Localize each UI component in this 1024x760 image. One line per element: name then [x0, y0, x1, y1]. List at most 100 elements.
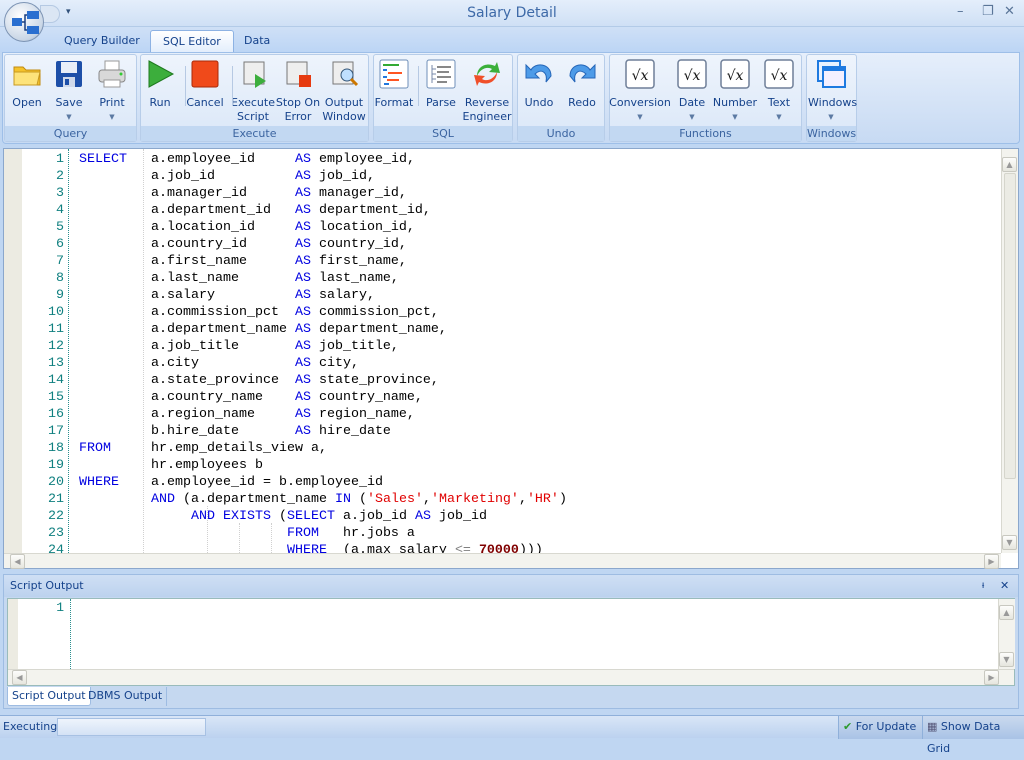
code-line[interactable]: a.department_name AS department_name, [79, 321, 567, 338]
code-line[interactable]: a.region_name AS region_name, [79, 406, 567, 423]
parse-button[interactable]: Parse [418, 58, 464, 110]
sql-editor[interactable]: 1 2 3 4 5 6 7 8 9 10 11 12 13 14 15 16 17 18 19 20 21 22 23 24 … [3, 148, 1019, 569]
svg-text:√x: √x [771, 68, 788, 84]
code-line[interactable]: a.job_title AS job_title, [79, 338, 567, 355]
close-button[interactable]: ✕ [1004, 4, 1015, 19]
code-line[interactable]: WHERE a.employee_id = b.employee_id [79, 474, 567, 491]
code-line[interactable]: a.salary AS salary, [79, 287, 567, 304]
checkmark-icon: ✔ [843, 720, 853, 733]
tab-dbms-output[interactable]: DBMS Output [84, 687, 168, 706]
redo-button[interactable]: Redo [559, 58, 605, 110]
code-line[interactable]: a.commission_pct AS commission_pct, [79, 304, 567, 321]
diagram-logo-icon [12, 11, 39, 34]
run-button[interactable]: Run [137, 58, 183, 110]
code-line[interactable]: a.last_name AS last_name, [79, 270, 567, 287]
vertical-scrollbar[interactable]: ▲ ▼ [1001, 149, 1018, 553]
stop-on-error-button[interactable]: Stop On Error [275, 58, 321, 124]
button-label: Reverse Engineer [462, 96, 512, 123]
reverse-engineer-button[interactable]: Reverse Engineer [461, 58, 513, 124]
execute-script-button[interactable]: Execute Script [230, 58, 276, 124]
horizontal-scrollbar[interactable]: ◀ ▶ [8, 669, 1014, 685]
sqrt-function-icon: √x [624, 58, 656, 90]
scroll-right-button[interactable]: ▶ [984, 554, 999, 569]
sql-keyword: AS [414, 509, 431, 524]
editor-margin [4, 149, 22, 553]
scroll-down-button[interactable]: ▼ [1002, 535, 1017, 550]
line-number: 19 [48, 458, 64, 473]
dropdown-arrow-icon: ▼ [637, 113, 643, 121]
code-line[interactable]: FROM hr.emp_details_view a, [79, 440, 567, 457]
line-number: 4 [56, 203, 64, 218]
minimize-button[interactable]: – [957, 4, 964, 19]
code-line[interactable]: a.country_id AS country_id, [79, 236, 567, 253]
sql-keyword: AS [294, 356, 311, 371]
restore-button[interactable]: ❐ [982, 4, 994, 19]
code-line[interactable]: a.location_id AS location_id, [79, 219, 567, 236]
code-line[interactable]: AND EXISTS (SELECT a.job_id AS job_id [79, 508, 567, 525]
code-line[interactable]: a.country_name AS country_name, [79, 389, 567, 406]
sql-keyword: AS [294, 424, 311, 439]
code-line[interactable]: a.city AS city, [79, 355, 567, 372]
save-button[interactable]: Save ▼ [46, 58, 92, 124]
ribbon-separator [418, 66, 419, 106]
horizontal-scrollbar[interactable]: ◀ ▶ [4, 553, 1001, 569]
scroll-up-button[interactable]: ▲ [999, 605, 1014, 620]
close-panel-button[interactable]: ✕ [1000, 575, 1009, 597]
vertical-scrollbar[interactable]: ▲ ▼ [998, 599, 1015, 669]
show-data-grid-toggle[interactable]: ▦ Show Data Grid [922, 716, 1024, 755]
code-line[interactable]: a.department_id AS department_id, [79, 202, 567, 219]
code-line[interactable]: a.state_province AS state_province, [79, 372, 567, 389]
code-line[interactable]: a.manager_id AS manager_id, [79, 185, 567, 202]
scroll-up-button[interactable]: ▲ [1002, 157, 1017, 172]
tab-query-builder[interactable]: Query Builder [52, 30, 152, 52]
code-line[interactable]: hr.employees b [79, 457, 567, 474]
scroll-left-button[interactable]: ◀ [12, 670, 27, 685]
string-literal: 'Sales' [366, 492, 423, 507]
scroll-right-button[interactable]: ▶ [984, 670, 999, 685]
code-line[interactable]: FROM hr.jobs a [79, 525, 567, 542]
scroll-down-button[interactable]: ▼ [999, 652, 1014, 667]
sqrt-function-icon: √x [763, 58, 795, 90]
sql-keyword: AS [294, 152, 311, 167]
output-window-button[interactable]: Output Window [321, 58, 367, 124]
code-line[interactable]: AND (a.department_name IN ('Sales','Mark… [79, 491, 567, 508]
customize-dropdown-icon[interactable]: ▾ [66, 7, 71, 17]
scroll-thumb[interactable] [1004, 173, 1016, 479]
conversion-button[interactable]: √x Conversion ▼ [609, 58, 671, 124]
tab-data[interactable]: Data [232, 30, 282, 52]
scroll-left-button[interactable]: ◀ [10, 554, 25, 569]
panel-title: Script Output [10, 579, 84, 592]
code-text[interactable]: SELECT a.employee_id AS employee_id, a.j… [79, 151, 567, 559]
tab-sql-editor[interactable]: SQL Editor [150, 30, 234, 52]
undo-button[interactable]: Undo [516, 58, 562, 110]
format-button[interactable]: Format [371, 58, 417, 110]
dropdown-arrow-icon: ▼ [109, 113, 115, 121]
windows-button[interactable]: Windows ▼ [808, 58, 857, 124]
date-button[interactable]: √x Date ▼ [669, 58, 715, 124]
text-button[interactable]: √x Text ▼ [756, 58, 802, 124]
code-line[interactable]: a.job_id AS job_id, [79, 168, 567, 185]
cancel-button[interactable]: Cancel [182, 58, 228, 110]
dropdown-arrow-icon: ▼ [689, 113, 695, 121]
folder-icon [11, 58, 43, 90]
application-menu-button[interactable] [4, 2, 44, 42]
sql-keyword: AS [294, 254, 311, 269]
sql-keyword: AND [150, 492, 175, 507]
code-line[interactable]: b.hire_date AS hire_date [79, 423, 567, 440]
sql-keyword: AS [294, 407, 311, 422]
title-bar: Salary Detail – ❐ ✕ [0, 0, 1024, 27]
button-label: Output Window [322, 96, 366, 123]
print-button[interactable]: Print ▼ [89, 58, 135, 124]
pin-icon[interactable]: ᵼ [982, 575, 984, 597]
for-update-toggle[interactable]: ✔ For Update [838, 716, 922, 739]
open-button[interactable]: Open [4, 58, 50, 110]
script-output-editor[interactable]: 1 ▲ ▼ ◀ ▶ [7, 598, 1015, 686]
code-token: a.country_name [79, 390, 295, 405]
number-button[interactable]: √x Number ▼ [712, 58, 758, 124]
tab-script-output[interactable]: Script Output [7, 687, 91, 706]
code-line[interactable]: SELECT a.employee_id AS employee_id, [79, 151, 567, 168]
button-label: Run [149, 96, 171, 109]
code-token: manager_id, [310, 186, 407, 201]
code-line[interactable]: a.first_name AS first_name, [79, 253, 567, 270]
line-number: 15 [48, 390, 64, 405]
